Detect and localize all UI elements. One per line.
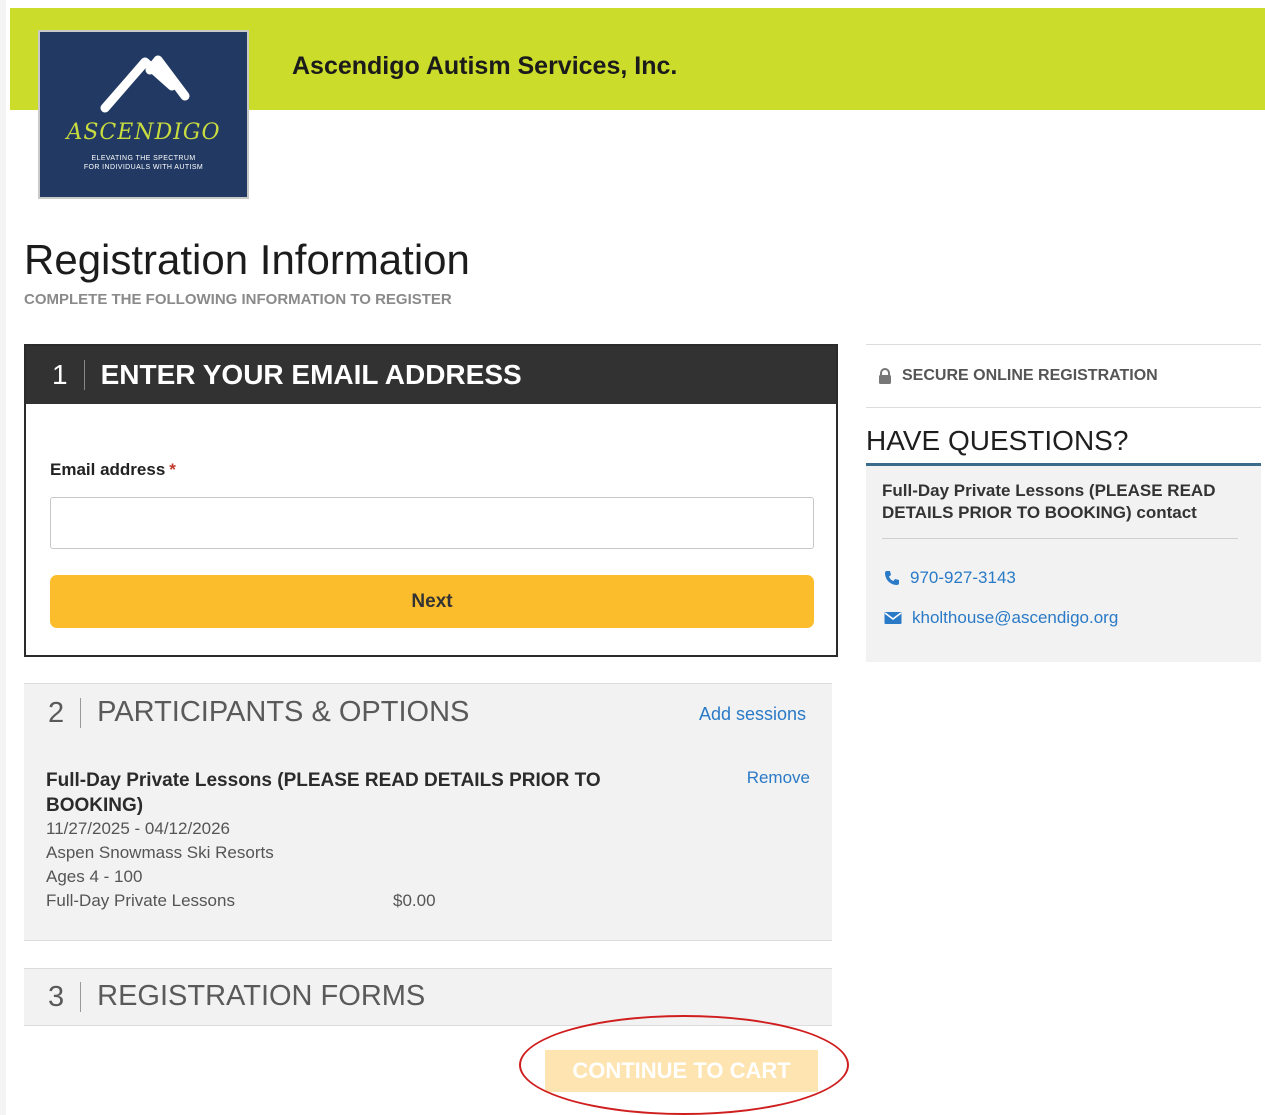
sidebar: SECURE ONLINE REGISTRATION HAVE QUESTION…	[866, 344, 1261, 662]
lesson-option-name: Full-Day Private Lessons	[46, 891, 235, 910]
lesson-title: Full-Day Private Lessons (PLEASE READ DE…	[46, 770, 601, 816]
lesson-price: $0.00	[393, 891, 436, 910]
step-number: 2	[48, 697, 82, 728]
continue-to-cart-button[interactable]: CONTINUE TO CART	[545, 1050, 818, 1092]
step-forms-section: 3 REGISTRATION FORMS	[24, 968, 832, 1026]
step-title: ENTER YOUR EMAIL ADDRESS	[100, 359, 522, 390]
step-title: PARTICIPANTS & OPTIONS	[97, 696, 470, 728]
step-number: 3	[48, 981, 82, 1012]
step-participants-header: 2 PARTICIPANTS & OPTIONS	[48, 696, 469, 729]
contact-phone[interactable]: 970-927-3143	[884, 568, 1016, 588]
secure-registration-label: SECURE ONLINE REGISTRATION	[902, 367, 1158, 384]
remove-link[interactable]: Remove	[747, 768, 810, 788]
divider	[882, 538, 1238, 539]
phone-icon	[885, 571, 899, 585]
page-title: Registration Information	[24, 236, 470, 283]
mail-icon	[884, 612, 902, 624]
lesson-dates: 11/27/2025 - 04/12/2026	[46, 819, 231, 838]
email-address-link[interactable]: kholthouse@ascendigo.org	[912, 608, 1118, 628]
page-edge	[0, 0, 6, 1115]
phone-number[interactable]: 970-927-3143	[910, 568, 1016, 588]
mountain-icon	[100, 55, 190, 113]
have-questions-heading: HAVE QUESTIONS?	[866, 408, 1261, 466]
step-email-section: 1 ENTER YOUR EMAIL ADDRESS Email address…	[24, 344, 838, 657]
lesson-ages: Ages 4 - 100	[46, 867, 143, 886]
contact-title: Full-Day Private Lessons (PLEASE READ DE…	[882, 481, 1216, 522]
step-participants-section: 2 PARTICIPANTS & OPTIONS Add sessions Fu…	[24, 683, 832, 941]
add-sessions-link[interactable]: Add sessions	[699, 704, 806, 725]
step-title: REGISTRATION FORMS	[97, 980, 426, 1012]
step-forms-header: 3 REGISTRATION FORMS	[48, 980, 425, 1013]
email-field[interactable]	[50, 497, 814, 549]
lesson-location: Aspen Snowmass Ski Resorts	[46, 843, 274, 862]
secure-registration-row: SECURE ONLINE REGISTRATION	[866, 344, 1261, 408]
org-name: Ascendigo Autism Services, Inc.	[292, 52, 678, 80]
lock-icon	[879, 368, 891, 384]
required-mark: *	[169, 460, 176, 479]
page-subtitle: COMPLETE THE FOLLOWING INFORMATION TO RE…	[24, 291, 452, 308]
next-button[interactable]: Next	[50, 575, 814, 628]
email-label: Email address *	[50, 460, 176, 479]
step-email-header: 1 ENTER YOUR EMAIL ADDRESS	[26, 346, 836, 404]
step-number: 1	[52, 360, 85, 390]
logo-wordmark: ASCENDIGO	[66, 120, 221, 145]
contact-email[interactable]: kholthouse@ascendigo.org	[884, 608, 1118, 628]
logo-tagline: ELEVATING THE SPECTRUM FOR INDIVIDUALS W…	[83, 155, 204, 171]
org-logo[interactable]: ASCENDIGO ELEVATING THE SPECTRUM FOR IND…	[38, 30, 249, 199]
